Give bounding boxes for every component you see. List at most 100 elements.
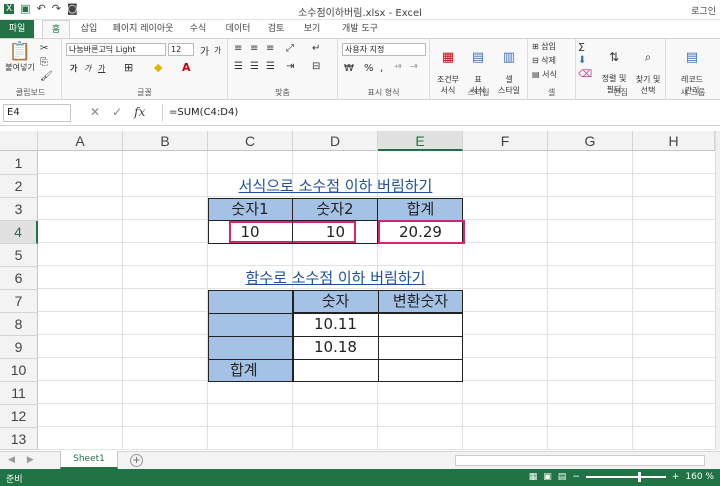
select-all-corner[interactable] (0, 131, 38, 151)
align-right-icon[interactable]: ☰ (266, 61, 275, 72)
row-header-3[interactable]: 3 (0, 198, 38, 221)
row-header-11[interactable]: 11 (0, 382, 38, 405)
cell-d4[interactable]: 10 (293, 221, 378, 244)
cell-e3[interactable]: 합계 (378, 198, 463, 221)
enter-icon[interactable]: ✓ (112, 105, 122, 119)
tab-page-layout[interactable]: 페이지 레이아웃 (108, 20, 178, 38)
zoom-level[interactable]: 160 % (685, 472, 714, 482)
cell-e4[interactable]: 20.29 (378, 221, 463, 244)
delete-cells-button[interactable]: ⊟ 삭제 (532, 55, 556, 66)
italic-button[interactable]: 가 (84, 63, 91, 74)
vertical-scrollbar[interactable] (715, 131, 720, 450)
col-header-d[interactable]: D (293, 131, 378, 151)
col-header-a[interactable]: A (38, 131, 123, 151)
row-header-6[interactable]: 6 (0, 267, 38, 290)
zoom-slider-knob[interactable] (637, 472, 641, 482)
font-name-select[interactable]: 나눔바른고딕 Light (66, 43, 166, 56)
page-break-view-icon[interactable]: ▤ (558, 472, 567, 482)
insert-cells-button[interactable]: ⊞ 삽입 (532, 41, 556, 52)
zoom-slider[interactable] (585, 472, 666, 482)
fill-icon[interactable]: ⬇ (578, 55, 586, 66)
wrap-text-icon[interactable]: ↵ (312, 43, 320, 54)
copy-icon[interactable]: ⎘ (40, 57, 48, 68)
cell-d9[interactable]: 10.18 (293, 336, 378, 359)
tab-formulas[interactable]: 수식 (184, 20, 212, 38)
prev-sheet-icon[interactable]: ◀ (8, 455, 15, 465)
grow-font-button[interactable]: 가 (200, 43, 209, 58)
format-painter-icon[interactable]: 🖌 (40, 71, 53, 82)
normal-view-icon[interactable]: ▦ (529, 472, 538, 482)
tab-developer[interactable]: 개발 도구 (334, 20, 386, 38)
cell-c3[interactable]: 숫자1 (208, 198, 293, 221)
fx-icon[interactable]: fx (134, 105, 145, 119)
decrease-decimal-icon[interactable]: ⁻⁰ (410, 63, 417, 72)
align-center-icon[interactable]: ☰ (250, 61, 259, 72)
cell-d8[interactable]: 10.11 (293, 313, 378, 336)
tab-data[interactable]: 데이터 (220, 20, 256, 38)
tab-review[interactable]: 검토 (262, 20, 290, 38)
font-size-select[interactable]: 12 (168, 43, 194, 56)
row-header-2[interactable]: 2 (0, 175, 38, 198)
formula-input[interactable]: =SUM(C4:D4) (162, 104, 706, 122)
underline-button[interactable]: 가 (98, 63, 105, 74)
zoom-in-icon[interactable]: + (672, 472, 680, 482)
cell-d7[interactable]: 숫자 (293, 290, 378, 313)
cell-c10[interactable]: 합계 (212, 359, 292, 382)
row-header-4[interactable]: 4 (0, 221, 38, 244)
align-middle-icon[interactable]: ≡ (250, 43, 258, 54)
next-sheet-icon[interactable]: ▶ (27, 455, 34, 465)
merge-center-icon[interactable]: ⊟ (312, 61, 320, 72)
clear-icon[interactable]: ⌫ (578, 69, 592, 80)
percent-button[interactable]: % (364, 63, 374, 74)
add-sheet-button[interactable]: + (130, 454, 143, 467)
bold-button[interactable]: 가 (70, 63, 77, 74)
row-header-5[interactable]: 5 (0, 244, 38, 267)
row-header-9[interactable]: 9 (0, 336, 38, 359)
cut-icon[interactable]: ✂ (40, 43, 48, 54)
cell-d3[interactable]: 숫자2 (293, 198, 378, 221)
border-icon[interactable]: ⊞ (124, 61, 133, 74)
align-top-icon[interactable]: ≡ (234, 43, 242, 54)
shrink-font-button[interactable]: 가 (214, 45, 221, 56)
increase-decimal-icon[interactable]: ⁺⁰ (394, 63, 401, 72)
page-layout-view-icon[interactable]: ▣ (543, 472, 552, 482)
row-header-12[interactable]: 12 (0, 405, 38, 428)
name-box[interactable]: E4 (3, 104, 71, 122)
zoom-out-icon[interactable]: − (572, 472, 580, 482)
align-left-icon[interactable]: ☰ (234, 61, 243, 72)
cancel-icon[interactable]: ✕ (90, 105, 100, 119)
col-header-f[interactable]: F (463, 131, 548, 151)
col-header-h[interactable]: H (633, 131, 715, 151)
currency-icon[interactable]: ₩ (344, 63, 354, 74)
tab-insert[interactable]: 삽입 (74, 20, 104, 38)
format-cells-button[interactable]: ▤ 서식 (532, 69, 557, 80)
tab-file[interactable]: 파일 (0, 20, 34, 38)
paste-button[interactable]: 📋 붙여넣기 (4, 41, 36, 73)
comma-button[interactable]: , (380, 63, 383, 74)
number-format-select[interactable]: 사용자 지정 (342, 43, 426, 56)
col-header-e[interactable]: E (378, 131, 463, 151)
col-header-c[interactable]: C (208, 131, 293, 151)
cell-c2-title[interactable]: 서식으로 소수점 이하 버림하기 (208, 175, 463, 198)
fill-color-icon[interactable]: ◆ (154, 61, 162, 74)
orientation-icon[interactable]: ⤢ (286, 43, 294, 54)
row-header-8[interactable]: 8 (0, 313, 38, 336)
cell-c6-title[interactable]: 함수로 소수점 이하 버림하기 (208, 267, 463, 290)
cell-e7[interactable]: 변환숫자 (378, 290, 463, 313)
indent-icon[interactable]: ⇥ (286, 61, 294, 72)
col-header-g[interactable]: G (548, 131, 633, 151)
font-color-icon[interactable]: A (182, 61, 191, 74)
tab-view[interactable]: 보기 (298, 20, 326, 38)
autosum-icon[interactable]: Σ (578, 41, 585, 54)
login-link[interactable]: 로그인 (691, 4, 716, 17)
col-header-b[interactable]: B (123, 131, 208, 151)
cell-c4[interactable]: 10 (208, 221, 293, 244)
sheet-tab-sheet1[interactable]: Sheet1 (60, 451, 118, 469)
tab-home[interactable]: 홈 (42, 20, 70, 38)
row-header-13[interactable]: 13 (0, 428, 38, 450)
row-header-1[interactable]: 1 (0, 151, 38, 175)
row-header-7[interactable]: 7 (0, 290, 38, 313)
row-header-10[interactable]: 10 (0, 359, 38, 382)
align-bottom-icon[interactable]: ≡ (266, 43, 274, 54)
horizontal-scrollbar[interactable] (455, 455, 705, 466)
